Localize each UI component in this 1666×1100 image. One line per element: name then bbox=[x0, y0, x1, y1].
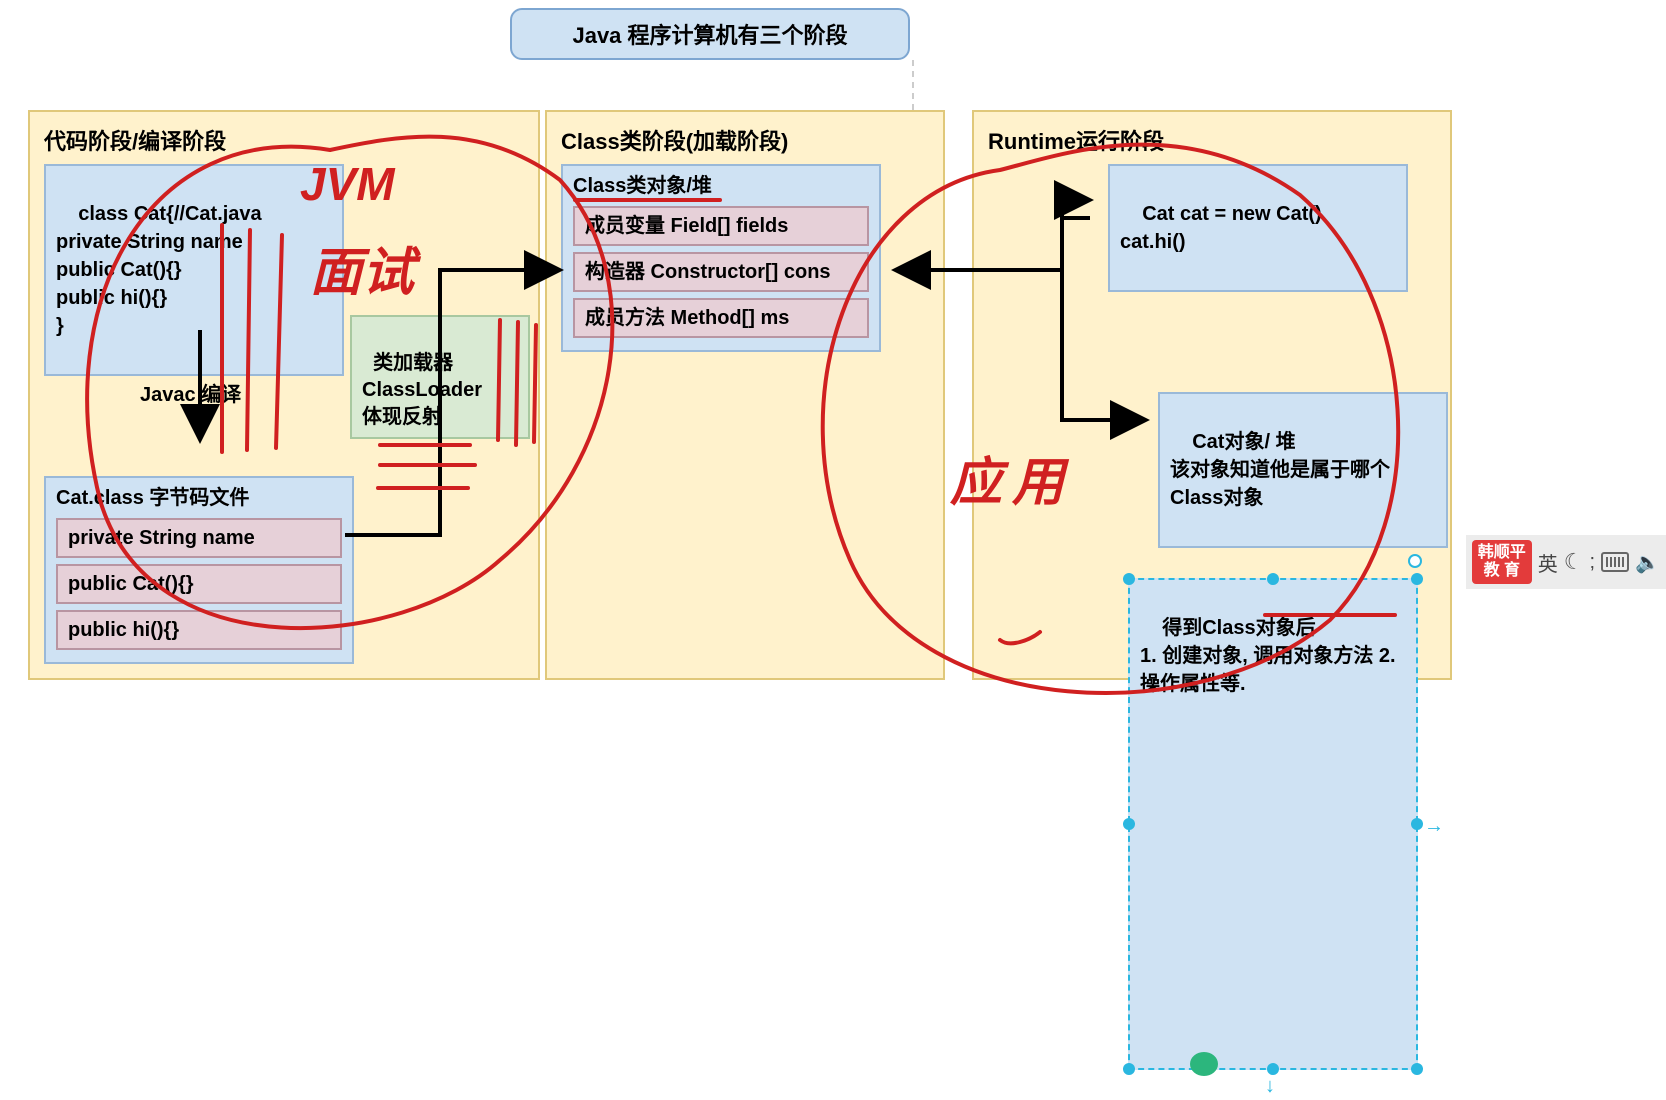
stage2-title: Class类阶段(加载阶段) bbox=[561, 124, 929, 156]
class-heap-box: Class类对象/堆 成员变量 Field[] fields 构造器 Const… bbox=[561, 164, 881, 352]
classloader-box: 类加载器 ClassLoader 体现反射 bbox=[350, 315, 530, 439]
bytecode-box: Cat.class 字节码文件 private String name publ… bbox=[44, 476, 354, 664]
bytecode-item-1: public Cat(){} bbox=[56, 564, 342, 604]
heap-method-item: 成员方法 Method[] ms bbox=[573, 298, 869, 338]
extend-arrow-right[interactable]: → bbox=[1424, 812, 1444, 840]
stage3-title: Runtime运行阶段 bbox=[988, 124, 1436, 156]
diagram-title: Java 程序计算机有三个阶段 bbox=[510, 8, 910, 60]
stage1-title: 代码阶段/编译阶段 bbox=[44, 124, 524, 156]
stage-class-load: Class类阶段(加载阶段) Class类对象/堆 成员变量 Field[] f… bbox=[545, 110, 945, 680]
runtime-heap-box: Cat对象/ 堆 该对象知道他是属于哪个Class对象 bbox=[1158, 392, 1448, 548]
selection-cursor-dot[interactable] bbox=[1190, 1052, 1218, 1076]
moon-icon[interactable]: ☾ bbox=[1564, 549, 1584, 575]
heap-constructor-item: 构造器 Constructor[] cons bbox=[573, 252, 869, 292]
javac-compile-label: Javac 编译 bbox=[140, 378, 241, 407]
bytecode-item-2: public hi(){} bbox=[56, 610, 342, 650]
bytecode-item-0: private String name bbox=[56, 518, 342, 558]
ime-toolbar[interactable]: 韩顺平 教 育 英 ☾ ; 🔈 bbox=[1466, 535, 1666, 589]
selection-handle-ml[interactable] bbox=[1123, 818, 1135, 830]
selection-handle-mt[interactable] bbox=[1267, 573, 1279, 585]
selection-handle-tl[interactable] bbox=[1123, 573, 1135, 585]
extend-arrow-down[interactable]: ↓ bbox=[1265, 1072, 1275, 1100]
ime-sep: ; bbox=[1590, 551, 1596, 574]
rotate-handle[interactable] bbox=[1408, 554, 1422, 568]
class-heap-title: Class类对象/堆 bbox=[573, 172, 869, 200]
runtime-code-text: Cat cat = new Cat() cat.hi() bbox=[1120, 203, 1322, 253]
bytecode-title: Cat.class 字节码文件 bbox=[56, 484, 342, 512]
stage-runtime: Runtime运行阶段 Cat cat = new Cat() cat.hi()… bbox=[972, 110, 1452, 680]
title-text: Java 程序计算机有三个阶段 bbox=[572, 18, 847, 50]
keyboard-icon[interactable] bbox=[1601, 552, 1629, 572]
reflection-result-text: 得到Class对象后 1. 创建对象, 调用对象方法 2. 操作属性等. bbox=[1140, 617, 1401, 695]
selection-handle-bl[interactable] bbox=[1123, 1063, 1135, 1075]
ime-badge[interactable]: 韩顺平 教 育 bbox=[1472, 540, 1532, 583]
selection-handle-tr[interactable] bbox=[1411, 573, 1423, 585]
divider-dashed bbox=[912, 60, 914, 110]
reflection-result-box[interactable]: 得到Class对象后 1. 创建对象, 调用对象方法 2. 操作属性等. ↓ → bbox=[1128, 578, 1418, 1070]
ime-lang[interactable]: 英 bbox=[1538, 548, 1558, 577]
heap-field-item: 成员变量 Field[] fields bbox=[573, 206, 869, 246]
source-code-text: class Cat{//Cat.java private String name… bbox=[56, 203, 262, 337]
selection-handle-mr[interactable] bbox=[1411, 818, 1423, 830]
source-code-box: class Cat{//Cat.java private String name… bbox=[44, 164, 344, 376]
classloader-text: 类加载器 ClassLoader 体现反射 bbox=[362, 352, 482, 428]
speaker-icon[interactable]: 🔈 bbox=[1635, 550, 1660, 575]
runtime-code-box: Cat cat = new Cat() cat.hi() bbox=[1108, 164, 1408, 292]
runtime-heap-text: Cat对象/ 堆 该对象知道他是属于哪个Class对象 bbox=[1170, 431, 1390, 509]
selection-handle-br[interactable] bbox=[1411, 1063, 1423, 1075]
